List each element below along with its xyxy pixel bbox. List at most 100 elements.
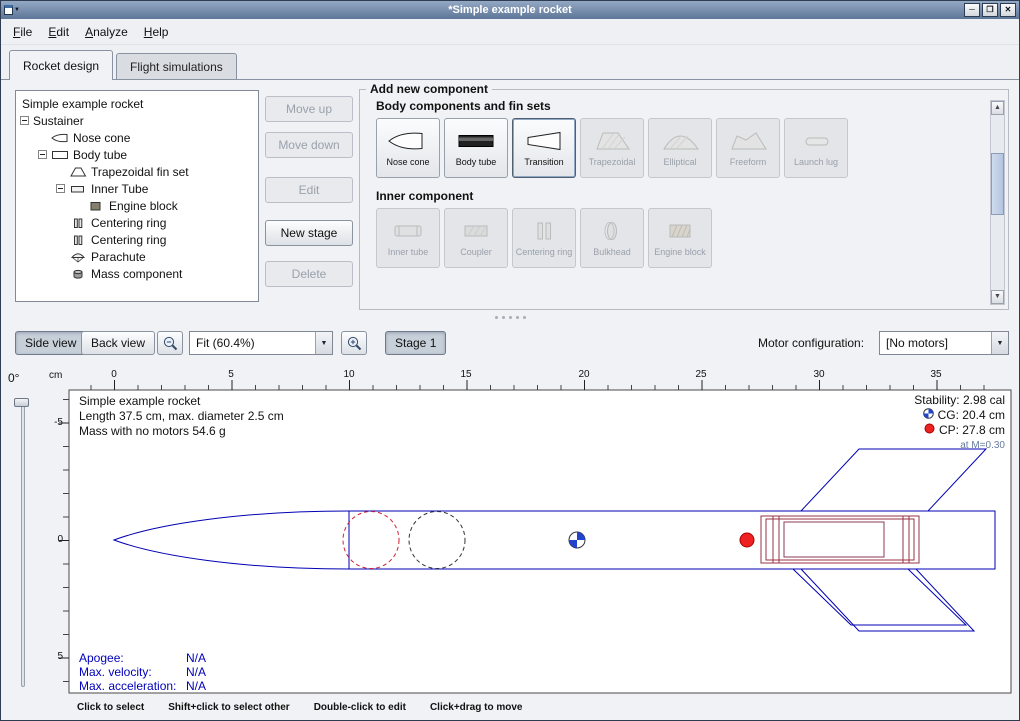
stage-1-toggle[interactable]: Stage 1 — [385, 331, 446, 355]
add-centering-ring-button: Centering ring — [512, 208, 576, 268]
inner-tube-icon — [386, 218, 430, 247]
component-button-label: Trapezoidal — [588, 158, 637, 168]
tab-flight-simulations[interactable]: Flight simulations — [116, 53, 237, 79]
edit-button: Edit — [265, 177, 353, 203]
max-acceleration-value: N/A — [186, 679, 206, 693]
delete-button: Delete — [265, 261, 353, 287]
menubar: File Edit Analyze Help — [1, 19, 1019, 45]
main-panel: Simple example rocket Sustainer Nose con… — [1, 79, 1019, 720]
collapse-handle-icon[interactable] — [56, 184, 65, 193]
engine-block-icon — [658, 218, 702, 247]
freeform-fin-icon — [726, 128, 770, 157]
component-button-label: Body tube — [455, 158, 498, 168]
move-down-button: Move down — [265, 132, 353, 158]
scrollbar-thumb[interactable] — [991, 153, 1004, 215]
menu-edit[interactable]: Edit — [41, 21, 76, 43]
hint-click-select: Click to select — [77, 702, 144, 713]
add-elliptical-fin-button: Elliptical — [648, 118, 712, 178]
tree-item-label: Trapezoidal fin set — [91, 165, 189, 179]
elliptical-fin-icon — [658, 128, 702, 157]
body-components-row: Nose cone Body tube Transition Trapezoid… — [376, 118, 976, 178]
zoom-value: Fit (60.4%) — [190, 336, 315, 350]
zoom-in-button[interactable] — [341, 331, 367, 355]
tree-item-body-tube[interactable]: Body tube — [16, 146, 258, 163]
tab-rocket-design[interactable]: Rocket design — [9, 50, 113, 80]
close-button[interactable]: ✕ — [1000, 3, 1016, 17]
splitter-handle[interactable] — [1, 311, 1019, 323]
add-transition-button[interactable]: Transition — [512, 118, 576, 178]
add-nose-cone-button[interactable]: Nose cone — [376, 118, 440, 178]
new-stage-button[interactable]: New stage — [265, 220, 353, 246]
nose-cone-icon — [51, 132, 69, 144]
rocket-view-canvas[interactable]: 0° cm 0 5 10 15 20 25 30 35 -5 0 5 — [1, 367, 1019, 699]
tree-item-label: Engine block — [109, 199, 178, 213]
component-button-label: Elliptical — [662, 158, 697, 168]
motor-configuration-label: Motor configuration: — [758, 336, 864, 350]
menu-file[interactable]: File — [6, 21, 39, 43]
side-view-button[interactable]: Side view — [15, 331, 86, 355]
tree-item-engine-block[interactable]: Engine block — [16, 197, 258, 214]
scroll-up-icon[interactable]: ▲ — [991, 101, 1004, 115]
collapse-handle-icon[interactable] — [38, 150, 47, 159]
component-tree[interactable]: Simple example rocket Sustainer Nose con… — [15, 90, 259, 302]
component-button-label: Nose cone — [385, 158, 430, 168]
chevron-down-icon[interactable]: ▼ — [315, 332, 332, 354]
tree-item-centering-ring-1[interactable]: Centering ring — [16, 214, 258, 231]
tree-item-fin-set[interactable]: Trapezoidal fin set — [16, 163, 258, 180]
engine-block-icon — [87, 200, 105, 212]
tree-item-label: Nose cone — [73, 131, 130, 145]
menu-help[interactable]: Help — [137, 21, 176, 43]
tree-item-label: Sustainer — [33, 114, 84, 128]
launch-lug-icon — [794, 128, 838, 157]
zoom-out-button[interactable] — [157, 331, 183, 355]
inner-component-section-title: Inner component — [376, 189, 1008, 203]
component-button-label: Launch lug — [793, 158, 839, 168]
application-window: ▼ *Simple example rocket ─ ❐ ✕ File Edit… — [0, 0, 1020, 721]
rotation-slider[interactable] — [21, 401, 25, 687]
hint-click-drag: Click+drag to move — [430, 702, 523, 713]
centering-ring-icon — [522, 218, 566, 247]
maximize-button[interactable]: ❐ — [982, 3, 998, 17]
window-menu-icon[interactable]: ▼ — [4, 4, 20, 17]
tree-item-nose-cone[interactable]: Nose cone — [16, 129, 258, 146]
mass-component-icon — [69, 268, 87, 280]
tree-item-label: Inner Tube — [91, 182, 148, 196]
centering-ring-icon — [69, 234, 87, 246]
cp-icon — [924, 423, 935, 438]
max-acceleration-label: Max. acceleration: — [79, 679, 186, 693]
component-button-label: Inner tube — [387, 248, 430, 258]
hint-double-click: Double-click to edit — [314, 702, 406, 713]
component-button-label: Coupler — [459, 248, 493, 258]
tree-item-mass-component[interactable]: Mass component — [16, 265, 258, 282]
tree-item-inner-tube[interactable]: Inner Tube — [16, 180, 258, 197]
move-up-button: Move up — [265, 96, 353, 122]
minimize-button[interactable]: ─ — [964, 3, 980, 17]
motor-configuration-select[interactable]: [No motors] ▼ — [879, 331, 1009, 355]
add-freeform-fin-button: Freeform — [716, 118, 780, 178]
tree-item-rocket[interactable]: Simple example rocket — [16, 95, 258, 112]
bulkhead-icon — [590, 218, 634, 247]
add-component-panel: Add new component Body components and fi… — [359, 82, 1009, 310]
stability-value: Stability: 2.98 cal — [914, 393, 1005, 408]
view-toolbar: Side view Back view Fit (60.4%) ▼ Stage … — [1, 327, 1019, 361]
inner-tube-icon — [69, 183, 87, 195]
menu-analyze[interactable]: Analyze — [78, 21, 135, 43]
tab-bar: Rocket design Flight simulations — [1, 45, 1019, 79]
trapezoidal-fin-icon — [590, 128, 634, 157]
tree-item-centering-ring-2[interactable]: Centering ring — [16, 231, 258, 248]
flight-summary: Apogee:N/A Max. velocity:N/A Max. accele… — [79, 651, 206, 693]
back-view-button[interactable]: Back view — [81, 331, 155, 355]
scroll-down-icon[interactable]: ▼ — [991, 290, 1004, 304]
component-scrollbar[interactable]: ▲ ▼ — [990, 100, 1005, 305]
chevron-down-icon[interactable]: ▼ — [991, 332, 1008, 354]
collapse-handle-icon[interactable] — [20, 116, 29, 125]
tree-item-parachute[interactable]: Parachute — [16, 248, 258, 265]
zoom-select[interactable]: Fit (60.4%) ▼ — [189, 331, 333, 355]
cp-value: CP: 27.8 cm — [939, 423, 1005, 438]
tree-item-sustainer[interactable]: Sustainer — [16, 112, 258, 129]
magnifier-minus-icon — [163, 336, 178, 351]
tree-item-label: Centering ring — [91, 216, 166, 230]
centering-ring-icon — [69, 217, 87, 229]
rotation-slider-handle[interactable] — [14, 398, 29, 407]
add-body-tube-button[interactable]: Body tube — [444, 118, 508, 178]
